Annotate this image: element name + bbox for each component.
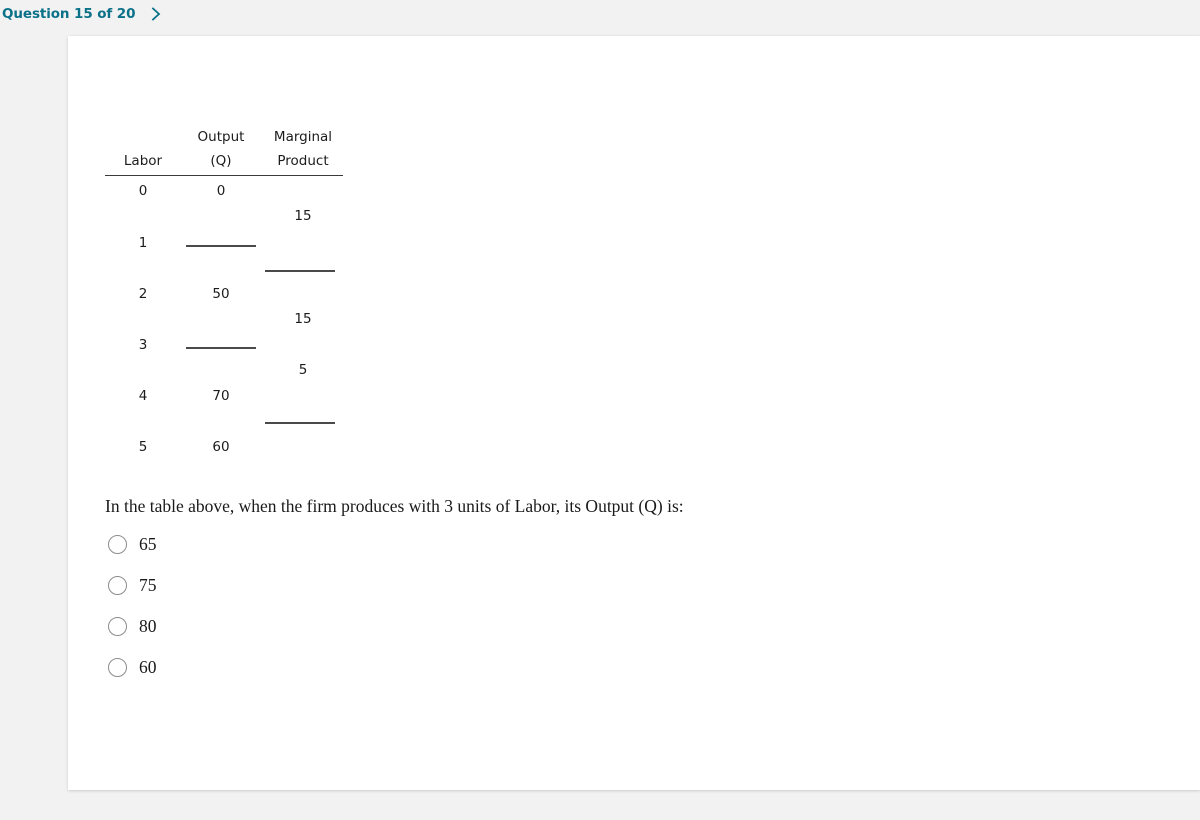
answer-option-label-3: 60 <box>139 656 157 677</box>
table-cell-output-0: 0 <box>216 183 226 199</box>
answer-option-3[interactable]: 60 <box>108 647 528 688</box>
table-cell-output-1-blank <box>186 245 256 247</box>
table-cell-labor-0: 0 <box>138 183 148 199</box>
table-cell-mp-4-5-blank <box>265 422 335 424</box>
quiz-page: Question 15 of 20 Output Marginal Labor … <box>0 0 1200 820</box>
answer-option-label-1: 75 <box>139 574 157 595</box>
answer-option-1[interactable]: 75 <box>108 565 528 606</box>
table-cell-output-4: 70 <box>212 388 230 404</box>
table-header-output-line1: Output <box>197 129 245 145</box>
table-header-labor: Labor <box>123 153 163 169</box>
chevron-right-icon[interactable] <box>149 6 163 22</box>
table-cell-labor-4: 4 <box>138 388 148 404</box>
answer-options-list: 65 75 80 60 <box>108 524 528 688</box>
table-header-marginal-line1: Marginal <box>273 129 333 145</box>
answer-option-label-2: 80 <box>139 615 157 636</box>
answer-option-label-0: 65 <box>139 533 157 554</box>
table-cell-labor-1: 1 <box>138 235 148 251</box>
labor-output-table-figure: Output Marginal Labor (Q) Product 0 1 2 … <box>105 125 395 465</box>
radio-button-icon-3[interactable] <box>108 658 127 677</box>
table-cell-output-5: 60 <box>212 439 230 455</box>
table-cell-mp-2-3: 15 <box>294 311 312 327</box>
table-cell-labor-2: 2 <box>138 286 148 302</box>
table-cell-mp-3-4: 5 <box>298 362 308 378</box>
table-header-rule <box>105 175 343 176</box>
radio-button-icon-2[interactable] <box>108 617 127 636</box>
table-cell-labor-5: 5 <box>138 439 148 455</box>
table-header-marginal-line2: Product <box>277 153 329 169</box>
question-card: Output Marginal Labor (Q) Product 0 1 2 … <box>68 36 1200 790</box>
radio-button-icon-0[interactable] <box>108 535 127 554</box>
answer-option-0[interactable]: 65 <box>108 524 528 565</box>
table-cell-output-3-blank <box>186 347 256 349</box>
answer-option-2[interactable]: 80 <box>108 606 528 647</box>
radio-button-icon-1[interactable] <box>108 576 127 595</box>
question-prompt: In the table above, when the firm produc… <box>105 496 684 516</box>
table-cell-mp-0-1: 15 <box>294 208 312 224</box>
table-cell-labor-3: 3 <box>138 337 148 353</box>
table-header-output-line2: (Q) <box>210 153 232 169</box>
question-progress-label: Question 15 of 20 <box>2 6 136 22</box>
table-cell-mp-1-2-blank <box>265 270 335 272</box>
table-cell-output-2: 50 <box>212 286 230 302</box>
quiz-header: Question 15 of 20 <box>0 0 163 28</box>
